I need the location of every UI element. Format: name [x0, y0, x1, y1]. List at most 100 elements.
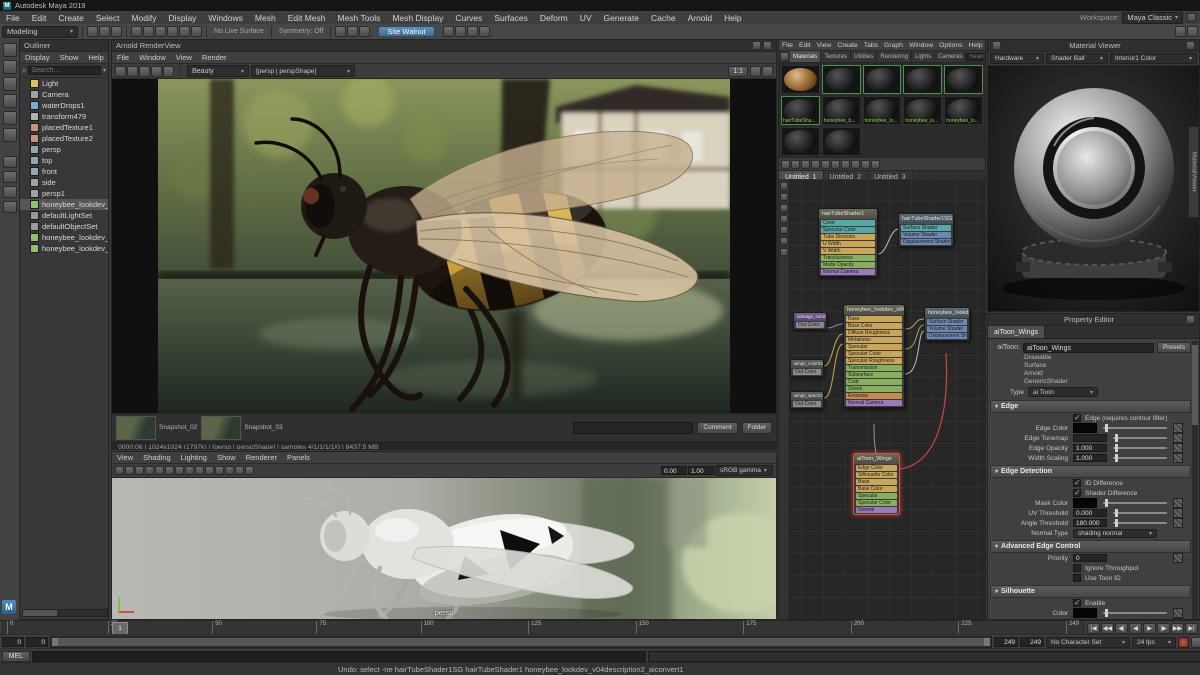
- node-port-row[interactable]: Volume Shader: [927, 326, 967, 332]
- viewer-shape-selector[interactable]: Shader Ball ▾: [1046, 53, 1108, 64]
- type-selector[interactable]: ai Toon ▾: [1028, 387, 1098, 397]
- map-button[interactable]: [1173, 433, 1183, 443]
- range-end-handle[interactable]: [984, 638, 990, 646]
- shader-link-item[interactable]: Arnold: [1024, 370, 1191, 378]
- animation-preferences-icon[interactable]: [1191, 636, 1200, 648]
- rearrange-graph-icon[interactable]: [841, 159, 850, 169]
- paused-viewport-icon[interactable]: [1175, 26, 1186, 37]
- material-swatch[interactable]: honeybee_lo...: [903, 96, 943, 125]
- menu-item[interactable]: Windows: [202, 13, 248, 23]
- outliner-item[interactable]: placedTexture1: [20, 122, 108, 133]
- outliner-item[interactable]: honeybee_lookdev_v04...: [20, 232, 108, 243]
- workspace-gear-icon[interactable]: [1187, 13, 1196, 22]
- silhouette-color-swatch[interactable]: [1073, 608, 1097, 618]
- create-node-icon[interactable]: [781, 159, 790, 169]
- uv-threshold-field[interactable]: 0.000: [1073, 509, 1107, 517]
- menu-item[interactable]: Curves: [449, 13, 488, 23]
- material-swatch[interactable]: honeybee_b...: [821, 96, 861, 125]
- material-swatch[interactable]: [862, 65, 902, 94]
- shader-link-item[interactable]: Drawable: [1024, 354, 1191, 362]
- menu-item[interactable]: Generate: [598, 13, 645, 23]
- node-port-row[interactable]: Color: [821, 220, 875, 226]
- snapshot-thumbnail[interactable]: [116, 415, 156, 440]
- symmetry-label[interactable]: Symmetry: Off: [276, 28, 327, 35]
- refresh-render-icon[interactable]: [750, 65, 761, 77]
- priority-field[interactable]: 0: [1073, 554, 1107, 562]
- step-back-frame-icon[interactable]: ◀|: [1115, 622, 1128, 634]
- silhouette-color-slider[interactable]: [1103, 609, 1167, 617]
- outliner-menu-item[interactable]: Show: [55, 53, 84, 62]
- pin-panel-icon[interactable]: [1186, 315, 1195, 324]
- mask-color-slider[interactable]: [1103, 499, 1167, 507]
- use-toon-id-checkbox[interactable]: [1073, 574, 1081, 582]
- persp-outliner-layout-icon[interactable]: [2, 186, 17, 198]
- map-button[interactable]: [1173, 518, 1183, 528]
- material-swatch[interactable]: [821, 127, 861, 156]
- step-forward-key-icon[interactable]: ▶▶: [1171, 622, 1184, 634]
- input-connections-icon[interactable]: [801, 159, 810, 169]
- node-port-row[interactable]: Out Color: [793, 369, 821, 375]
- node-port-row[interactable]: Normal Camera: [821, 269, 875, 275]
- property-editor-tab[interactable]: aiToon_Wings: [988, 326, 1045, 338]
- snapshot-icon[interactable]: [139, 65, 150, 77]
- menu-item[interactable]: Mesh Tools: [332, 13, 387, 23]
- material-swatch[interactable]: [781, 127, 820, 156]
- playback-speed-selector[interactable]: 24 fps ▾: [1132, 636, 1176, 648]
- ignore-throughput-checkbox[interactable]: [1073, 564, 1081, 572]
- node-port-row[interactable]: Emission: [846, 393, 902, 399]
- input-output-connections-icon[interactable]: [811, 159, 820, 169]
- outliner-item[interactable]: persp1: [20, 188, 108, 199]
- snap-to-grid-icon[interactable]: [131, 26, 142, 37]
- node-port-row[interactable]: Specular Color: [846, 351, 902, 357]
- presets-button[interactable]: Presets: [1156, 342, 1191, 353]
- select-by-object-type-icon[interactable]: [99, 26, 110, 37]
- map-button[interactable]: [1173, 423, 1183, 433]
- lasso-select-tool-icon[interactable]: [2, 60, 17, 74]
- viewport-menu-item[interactable]: Renderer: [241, 453, 282, 462]
- outliner-item[interactable]: transform479: [20, 111, 108, 122]
- map-button[interactable]: [1173, 608, 1183, 618]
- graph-materials-icon[interactable]: [791, 159, 800, 169]
- map-button[interactable]: [1173, 508, 1183, 518]
- outliner-item[interactable]: Camera: [20, 89, 108, 100]
- edge-color-slider[interactable]: [1103, 424, 1167, 432]
- exposure-field[interactable]: 0.00: [661, 466, 687, 475]
- node-port-row[interactable]: Specular Color: [821, 227, 875, 233]
- shader-link-item[interactable]: Surface: [1024, 362, 1191, 370]
- hypershade-persp-layout-icon[interactable]: [2, 201, 17, 213]
- materials-category-icon[interactable]: [780, 204, 788, 212]
- browser-category-tab[interactable]: Rendering: [877, 51, 913, 62]
- node-hairTubeShader1SG[interactable]: hairTubeShader1SG Surface Shader Volume S…: [898, 213, 954, 247]
- edge-opacity-slider[interactable]: [1113, 444, 1167, 452]
- outliner-item[interactable]: defaultObjectSet: [20, 221, 108, 232]
- region-render-icon[interactable]: [151, 65, 162, 77]
- silhouette-enable-checkbox[interactable]: [1073, 598, 1081, 607]
- node-name-field[interactable]: aiToon_Wings: [1023, 342, 1154, 353]
- node-honeybee-standard-surface[interactable]: honeybee_lookdev_v04... Base Base Color Di…: [843, 304, 905, 408]
- menu-item[interactable]: Modify: [126, 13, 163, 23]
- zoom-1-1-button[interactable]: 1:1: [728, 65, 748, 77]
- browser-category-tab[interactable]: Cameras: [935, 51, 967, 62]
- menu-item[interactable]: Cache: [645, 13, 682, 23]
- range-start-handle[interactable]: [52, 638, 58, 646]
- arnold-category-icon[interactable]: [780, 248, 788, 256]
- image-plane-icon[interactable]: [155, 466, 164, 475]
- material-swatch[interactable]: hairTubeSha...: [781, 96, 820, 125]
- node-port-row[interactable]: Metalness: [846, 337, 902, 343]
- node-port-row[interactable]: Base Color: [856, 486, 897, 492]
- hypershade-menu-item[interactable]: Graph: [881, 42, 906, 49]
- map-button[interactable]: [1173, 498, 1183, 508]
- command-input[interactable]: [32, 650, 646, 662]
- render-settings-icon[interactable]: [478, 26, 490, 37]
- node-port-row[interactable]: Surface Shader: [927, 319, 967, 325]
- menu-item[interactable]: Edit: [26, 13, 53, 23]
- outliner-search-input[interactable]: [28, 66, 101, 75]
- textures-category-icon[interactable]: [780, 215, 788, 223]
- make-live-icon[interactable]: [191, 26, 202, 37]
- menu-item[interactable]: Display: [163, 13, 203, 23]
- node-port-row[interactable]: Tube Direction: [821, 234, 875, 240]
- outliner-hscrollbar[interactable]: [22, 609, 108, 617]
- auto-keyframe-icon[interactable]: [1178, 636, 1189, 648]
- section-header-advanced-edge-control[interactable]: ▾ Advanced Edge Control: [990, 540, 1191, 553]
- node-port-row[interactable]: Specular: [846, 344, 902, 350]
